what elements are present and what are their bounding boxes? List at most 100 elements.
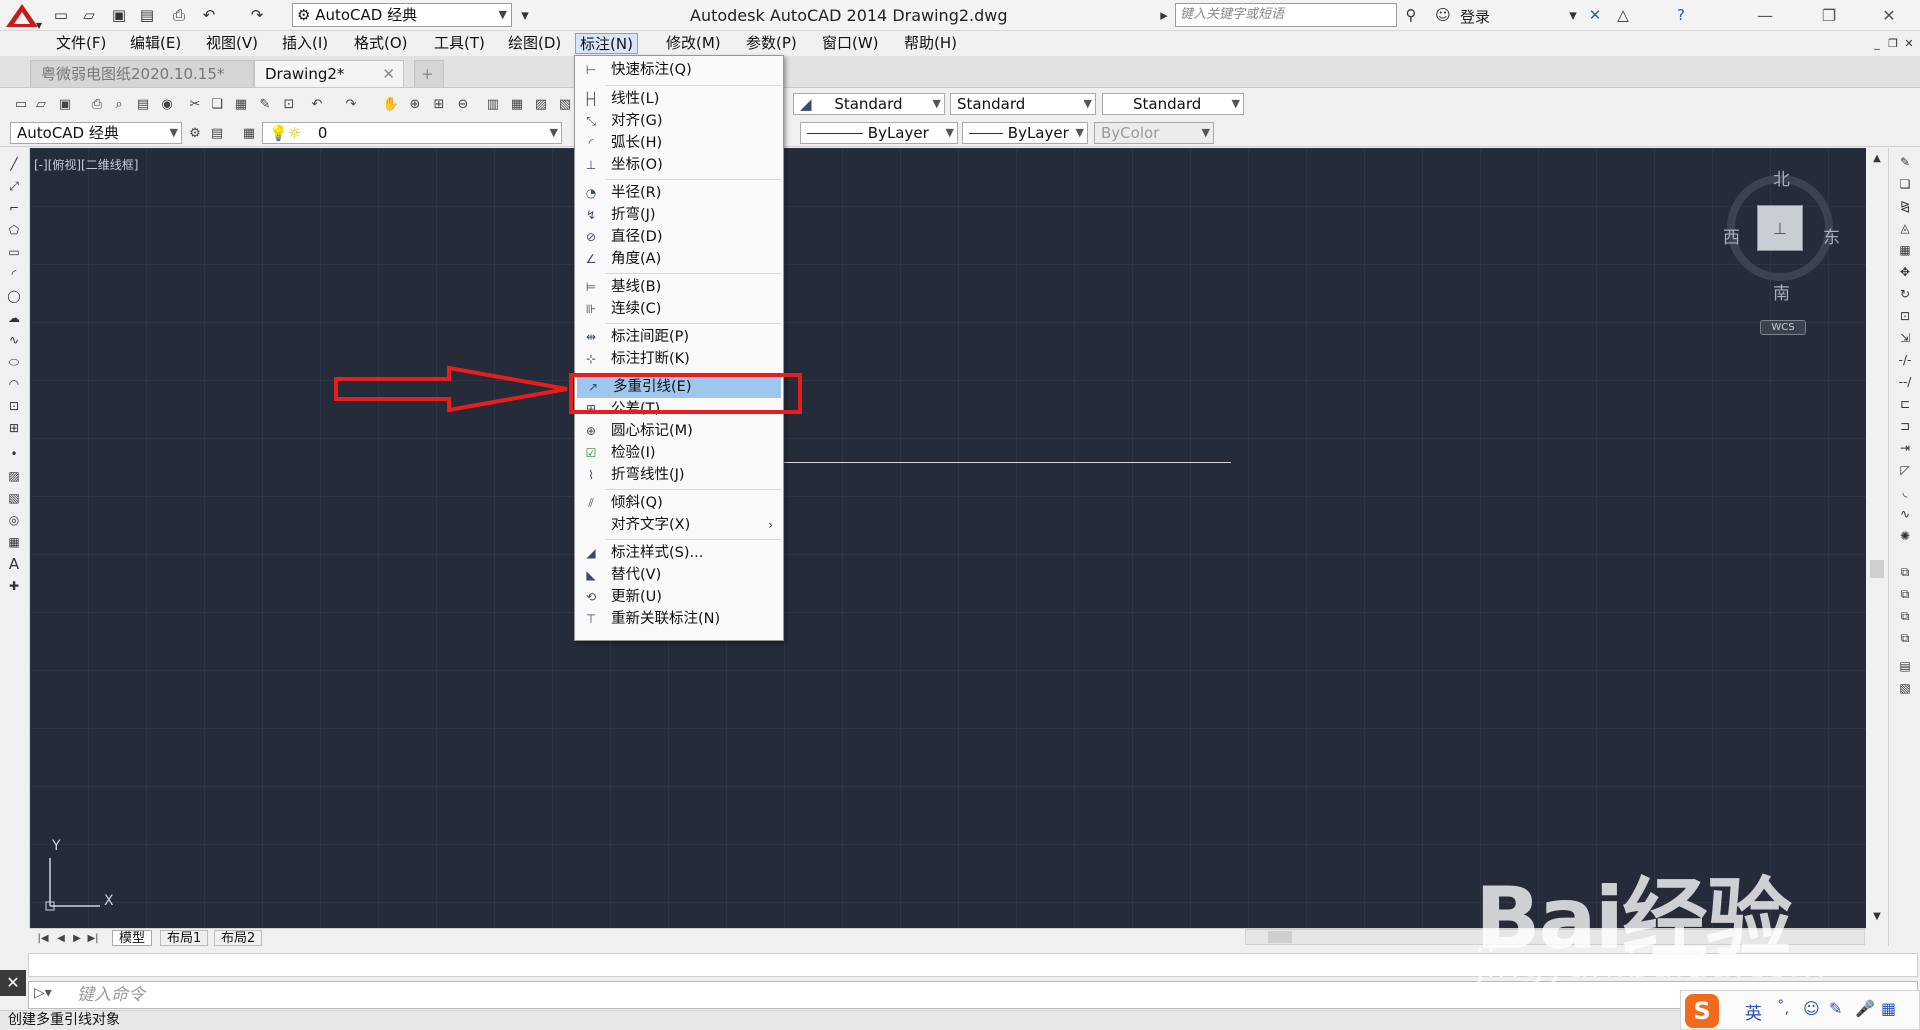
chamfer-icon[interactable]: ◸ (1897, 462, 1913, 478)
text-front-icon[interactable]: ▤ (1897, 658, 1913, 674)
viewcube-top-face[interactable]: ⊥ (1757, 205, 1803, 251)
doc-close-icon[interactable]: ✕ (1898, 32, 1920, 54)
new-icon[interactable]: ▭ (12, 95, 30, 113)
table-style-combo[interactable]: Standard ▼ (1102, 93, 1244, 115)
chevron-down-icon[interactable]: ▾ (1562, 4, 1584, 26)
mirror-icon[interactable]: ⧎ (1897, 198, 1913, 214)
circle-icon[interactable]: ◯ (6, 288, 22, 304)
menu-item-dim-style[interactable]: ◢ 标注样式(S)... (575, 542, 783, 564)
polygon-icon[interactable]: ⬠ (6, 222, 22, 238)
linetype-combo[interactable]: ByLayer ▼ (800, 122, 958, 144)
menu-parametric[interactable]: 参数(P) (742, 33, 801, 54)
drawn-line[interactable] (783, 462, 1231, 463)
save-icon[interactable]: ▣ (56, 95, 74, 113)
design-center-icon[interactable]: ▦ (508, 95, 526, 113)
autodesk-360-icon[interactable]: △ (1612, 4, 1634, 26)
rotate-icon[interactable]: ↻ (1897, 286, 1913, 302)
menu-item-aligned[interactable]: ⤡ 对齐(G) (575, 110, 783, 132)
scale-icon[interactable]: ⊡ (1897, 308, 1913, 324)
break-at-point-icon[interactable]: ⊏ (1897, 396, 1913, 412)
menu-item-continue[interactable]: ⊪ 连续(C) (575, 298, 783, 320)
offset-icon[interactable]: ◬ (1897, 220, 1913, 236)
new-tab-button[interactable]: + (414, 60, 444, 87)
exchange-icon[interactable]: ✕ (1584, 4, 1606, 26)
autocad-logo-icon[interactable]: ▼ (2, 2, 42, 29)
copy-object-icon[interactable]: ❏ (1897, 176, 1913, 192)
move-icon[interactable]: ✥ (1897, 264, 1913, 280)
menu-item-baseline[interactable]: ⊨ 基线(B) (575, 276, 783, 298)
ellipse-arc-icon[interactable]: ◠ (6, 376, 22, 392)
menu-help[interactable]: 帮助(H) (900, 33, 961, 54)
close-icon[interactable]: ✕ (382, 61, 395, 87)
menu-item-override[interactable]: ◣ 替代(V) (575, 564, 783, 586)
last-tab-icon[interactable]: ▶| (84, 929, 102, 947)
hatch-icon[interactable]: ▨ (6, 468, 22, 484)
save-icon[interactable]: ▣ (108, 4, 130, 26)
point-icon[interactable]: • (6, 446, 22, 462)
rectangle-icon[interactable]: ▭ (6, 244, 22, 260)
draworder-icon[interactable]: ⧉ (1897, 564, 1913, 580)
bring-above-icon[interactable]: ⧉ (1897, 630, 1913, 646)
lineweight-combo[interactable]: ByLayer ▼ (962, 122, 1088, 144)
first-tab-icon[interactable]: |◀ (34, 929, 52, 947)
microphone-icon[interactable]: 🎤 (1855, 999, 1875, 1018)
erase-icon[interactable]: ✎ (1897, 154, 1913, 170)
stretch-icon[interactable]: ⇲ (1897, 330, 1913, 346)
paste-icon[interactable]: ▦ (232, 95, 250, 113)
menu-window[interactable]: 窗口(W) (818, 33, 883, 54)
preview-icon[interactable]: ⌕ (110, 95, 128, 113)
text-style-combo[interactable]: Standard ▼ (950, 93, 1096, 115)
doc-tab-2[interactable]: Drawing2* ✕ (254, 60, 404, 87)
menu-item-radius[interactable]: ◔ 半径(R) (575, 182, 783, 204)
vertical-scrollbar[interactable]: ▲ ▼ (1866, 148, 1888, 928)
scroll-up-icon[interactable]: ▲ (1869, 150, 1885, 166)
workspace-settings-icon[interactable]: ⚙ (186, 124, 204, 142)
polyline-icon[interactable]: ⌐ (6, 200, 22, 216)
workspace-combo[interactable]: AutoCAD 经典 ▼ (10, 122, 182, 144)
ime-lang[interactable]: 英 (1745, 999, 1762, 1024)
gradient-icon[interactable]: ▧ (6, 490, 22, 506)
zoom-window-icon[interactable]: ⊞ (430, 95, 448, 113)
emoji-icon[interactable]: ☺ (1803, 999, 1820, 1018)
menu-item-reassociate[interactable]: ⊤ 重新关联标注(N) (575, 608, 783, 630)
pen-icon[interactable]: ✎ (1829, 999, 1842, 1018)
menu-item-dim-space[interactable]: ⇹ 标注间距(P) (575, 326, 783, 348)
compass-south[interactable]: 南 (1773, 279, 1790, 304)
copy-icon[interactable]: ❏ (208, 95, 226, 113)
menu-item-align-text[interactable]: 对齐文字(X) › (575, 514, 783, 536)
menu-item-oblique[interactable]: ⫽ 倾斜(Q) (575, 492, 783, 514)
help-icon[interactable]: ? (1670, 4, 1692, 26)
dim-style-combo[interactable]: ◢ Standard ▼ (793, 93, 945, 115)
menu-modify[interactable]: 修改(M) (662, 33, 725, 54)
restore-button[interactable]: ❐ (1806, 2, 1852, 28)
menu-item-ordinate[interactable]: ⊥ 坐标(O) (575, 154, 783, 176)
toolbox-icon[interactable]: ▦ (1881, 999, 1896, 1018)
menu-edit[interactable]: 编辑(E) (126, 33, 185, 54)
compass-west[interactable]: 西 (1723, 223, 1740, 248)
menu-draw[interactable]: 绘图(D) (504, 33, 565, 54)
redo-icon[interactable]: ↷ (246, 4, 268, 26)
extend-icon[interactable]: --/ (1897, 374, 1913, 390)
trim-icon[interactable]: -/- (1897, 352, 1913, 368)
layout-tab-model[interactable]: 模型 (112, 930, 153, 946)
tool-palettes-icon[interactable]: ▨ (532, 95, 550, 113)
mtext-icon[interactable]: A (6, 555, 22, 573)
zoom-previous-icon[interactable]: ⊖ (454, 95, 472, 113)
ellipse-icon[interactable]: ⬭ (6, 354, 22, 370)
send-back-icon[interactable]: ⧉ (1897, 608, 1913, 624)
user-icon[interactable]: ☺ (1432, 4, 1454, 26)
layer-properties-icon[interactable]: ▤ (208, 124, 226, 142)
cut-icon[interactable]: ✂ (186, 95, 204, 113)
menu-view[interactable]: 视图(V) (202, 33, 262, 54)
insert-block-icon[interactable]: ⊡ (6, 398, 22, 414)
login-button[interactable]: 登录 (1460, 6, 1490, 27)
sheet-set-icon[interactable]: ▧ (556, 95, 574, 113)
punctuation-icon[interactable]: ˚, (1777, 999, 1789, 1017)
plot-icon[interactable]: ⎙ (88, 95, 106, 113)
construction-line-icon[interactable]: ⤢ (6, 178, 22, 194)
minimize-button[interactable]: — (1742, 2, 1788, 28)
join-icon[interactable]: ⇥ (1897, 440, 1913, 456)
drawing-canvas[interactable] (30, 148, 1866, 928)
redo-icon[interactable]: ↷ (342, 95, 360, 113)
viewport-controls-label[interactable]: [-][俯视][二维线框] (34, 156, 138, 173)
